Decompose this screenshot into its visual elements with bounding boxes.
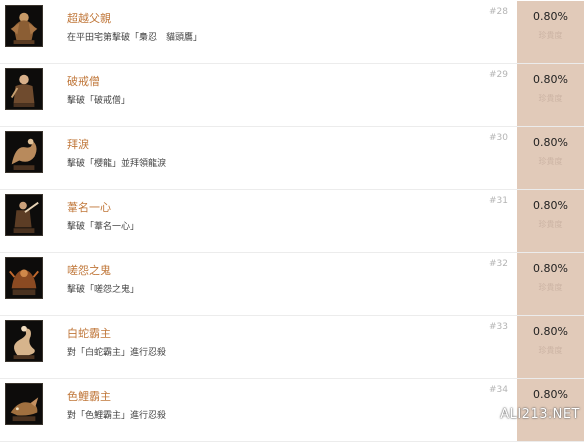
achievement-number: #33	[489, 322, 508, 332]
rarity-column: 0.80% 珍貴度	[517, 253, 584, 315]
achievement-number: #31	[489, 196, 508, 206]
rarity-label: 珍貴度	[538, 283, 563, 292]
achievement-number: #28	[489, 7, 508, 17]
site-watermark: ALI213.NET	[500, 407, 580, 422]
achievement-row[interactable]: 超越父親在平田宅第擊破「梟忍 貓頭鷹」 #28 0.80% 珍貴度	[0, 1, 584, 64]
rarity-column: 0.80% 珍貴度	[517, 190, 584, 252]
isshin-icon	[5, 194, 43, 236]
achievement-row[interactable]: 色鯉霸主 對「色鯉霸主」進行忍殺 #34 0.80% 珍貴度	[0, 379, 584, 442]
corrupted-monk-icon	[5, 68, 43, 110]
achievement-row[interactable]: 破戒僧擊破「破戒僧」 #29 0.80% 珍貴度	[0, 64, 584, 127]
carp-icon	[5, 383, 43, 425]
achievement-description: 對「白蛇霸主」進行忍殺	[67, 348, 167, 358]
white-serpent-icon	[5, 320, 43, 362]
rarity-percent: 0.80%	[533, 73, 568, 86]
rarity-label: 珍貴度	[538, 220, 563, 229]
achievement-description: 在平田宅第擊破「梟忍 貓頭鷹」	[67, 33, 203, 43]
achievement-title: 破戒僧	[67, 75, 100, 88]
rarity-percent: 0.80%	[533, 136, 568, 149]
achievement-title: 超越父親	[67, 12, 111, 25]
rarity-percent: 0.80%	[533, 10, 568, 23]
achievement-row[interactable]: 葦名一心擊破「葦名一心」 #31 0.80% 珍貴度	[0, 190, 584, 253]
achievement-description: 擊破「破戒僧」	[67, 96, 131, 106]
achievement-row[interactable]: 嗟怨之鬼擊破「嗟怨之鬼」 #32 0.80% 珍貴度	[0, 253, 584, 316]
achievement-number: #32	[489, 259, 508, 269]
achievement-description: 對「色鯉霸主」進行忍殺	[67, 411, 167, 421]
rarity-column: 0.80% 珍貴度	[517, 127, 584, 189]
achievement-title: 嗟怨之鬼	[67, 264, 111, 277]
achievement-number: #34	[489, 385, 508, 395]
rarity-label: 珍貴度	[538, 31, 563, 40]
achievement-row[interactable]: 拜淚擊破「櫻龍」並拜領龍淚 #30 0.80% 珍貴度	[0, 127, 584, 190]
rarity-column: 0.80% 珍貴度	[517, 316, 584, 378]
rarity-percent: 0.80%	[533, 388, 568, 401]
rarity-label: 珍貴度	[538, 94, 563, 103]
demon-of-hatred-icon	[5, 257, 43, 299]
achievement-description: 擊破「嗟怨之鬼」	[67, 285, 140, 295]
rarity-label: 珍貴度	[538, 157, 563, 166]
rarity-label: 珍貴度	[538, 346, 563, 355]
rarity-column: 0.80% 珍貴度	[517, 1, 584, 63]
achievement-number: #29	[489, 70, 508, 80]
achievement-description: 擊破「葦名一心」	[67, 222, 140, 232]
rarity-percent: 0.80%	[533, 199, 568, 212]
achievement-title: 葦名一心	[67, 201, 111, 214]
achievement-description: 擊破「櫻龍」並拜領龍淚	[67, 159, 167, 169]
rarity-percent: 0.80%	[533, 325, 568, 338]
achievement-list: 超越父親 在平田宅第擊破「梟忍 貓頭鷹」 #28 0.80% 珍貴度 破戒僧 擊破「破戒僧」…	[0, 0, 584, 442]
divine-dragon-icon	[5, 131, 43, 173]
achievement-title: 白蛇霸主	[67, 327, 111, 340]
owl-boss-icon	[5, 5, 43, 47]
achievement-row[interactable]: 白蛇霸主對「白蛇霸主」進行忍殺 #33 0.80% 珍貴度	[0, 316, 584, 379]
rarity-column: 0.80% 珍貴度	[517, 64, 584, 126]
achievement-number: #30	[489, 133, 508, 143]
achievement-title: 拜淚	[67, 138, 89, 151]
rarity-percent: 0.80%	[533, 262, 568, 275]
achievement-title: 色鯉霸主	[67, 390, 111, 403]
